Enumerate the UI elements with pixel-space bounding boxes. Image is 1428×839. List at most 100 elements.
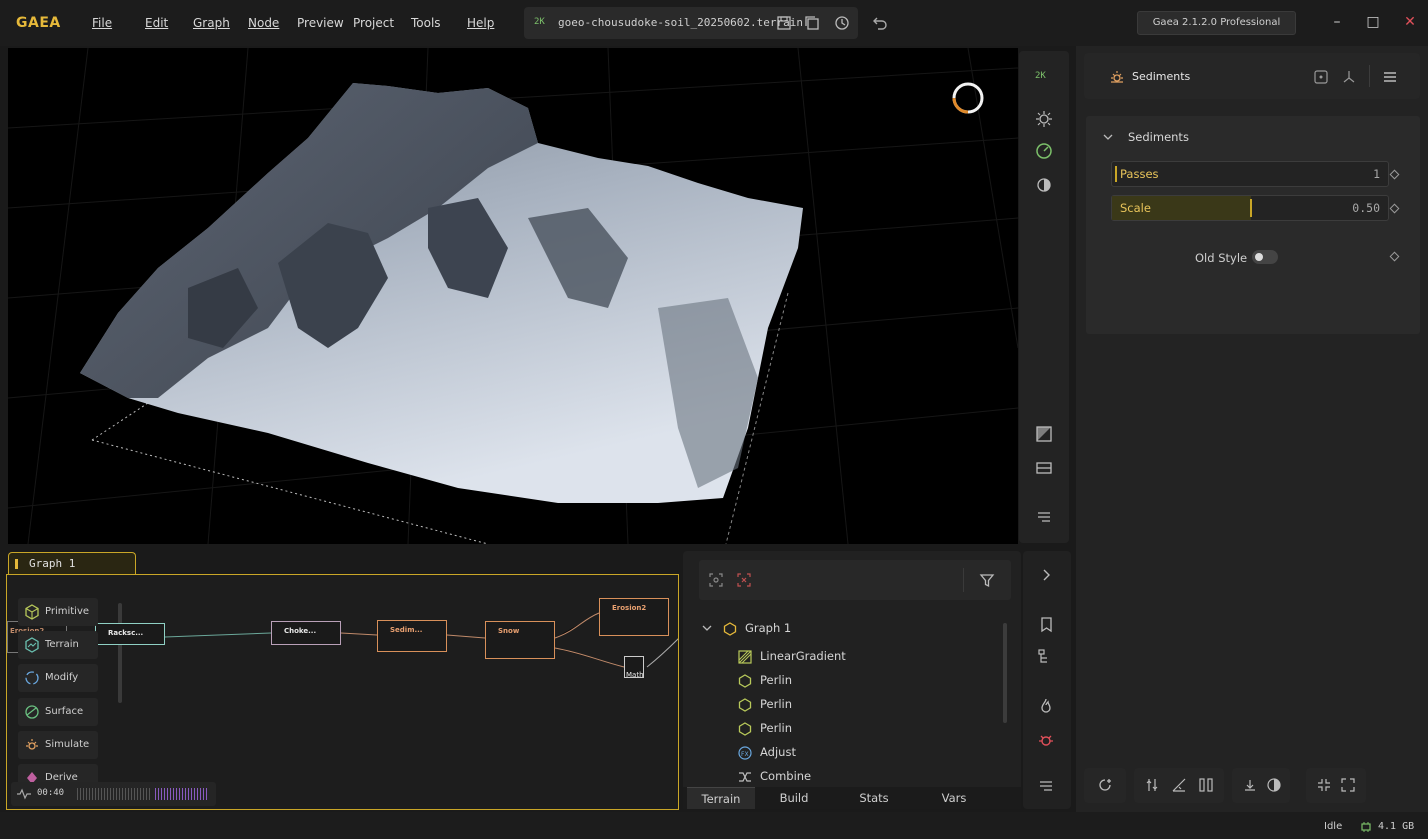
node-rocksc[interactable]: Racksc... [95, 623, 165, 645]
node-choke[interactable]: Choke... [271, 621, 341, 645]
viewport-menu-icon[interactable] [1034, 507, 1054, 527]
resolution-chip[interactable]: 2K [534, 17, 545, 27]
bookmark-icon[interactable] [1037, 616, 1055, 634]
combine-icon [739, 772, 751, 782]
status-text: Idle [1324, 821, 1343, 832]
cube-icon [25, 604, 39, 620]
file-name: goeo-chousudoke-soil_20250602.terrain [558, 16, 804, 29]
menu-icon[interactable] [1382, 69, 1398, 85]
hexagon-icon [738, 674, 752, 688]
chevron-right-icon[interactable] [1037, 566, 1055, 584]
node-graph-canvas[interactable]: Erosion2 Racksc... Choke... Sedim... Sno… [6, 574, 679, 810]
tab-build[interactable]: Build [759, 787, 829, 809]
properties-panel: Sediments Sediments Passes 1 Scale 0.50 … [1076, 46, 1428, 812]
tree-toolbar [699, 560, 1011, 600]
focus-icon[interactable] [709, 573, 723, 587]
drop-icon[interactable] [1242, 777, 1258, 793]
terrain-render [8, 48, 1018, 544]
bottom-tools-group-1 [1084, 768, 1126, 803]
menu-file[interactable]: File [92, 16, 112, 30]
preview-icon[interactable] [1313, 69, 1329, 85]
hierarchy-icon[interactable] [1037, 648, 1055, 666]
filter-icon[interactable] [979, 572, 995, 588]
old-style-toggle[interactable] [1252, 250, 1278, 264]
passes-link-icon[interactable] [1389, 169, 1400, 180]
palette-surface[interactable]: Surface [18, 698, 98, 726]
node-sedim[interactable]: Sedim... [377, 620, 447, 652]
palette-modify[interactable]: Modify [18, 664, 98, 692]
status-bar: Idle 4.1 GB [0, 812, 1428, 839]
scale-slider[interactable]: Scale 0.50 [1111, 195, 1389, 221]
passes-value: 1 [1373, 167, 1380, 181]
old-style-link-icon[interactable] [1389, 251, 1400, 262]
node-erosion2[interactable]: Erosion2 [599, 598, 669, 636]
list-menu-icon[interactable] [1037, 777, 1055, 795]
maximize-icon[interactable]: □ [1363, 12, 1383, 32]
menu-project[interactable]: Project [353, 16, 394, 30]
passes-field[interactable]: Passes 1 [1111, 161, 1389, 187]
split-view-icon[interactable] [1034, 424, 1054, 444]
menu-node[interactable]: Node [248, 16, 279, 30]
terrain-icon [25, 637, 39, 653]
loading-spinner-icon [952, 82, 984, 114]
align-icon[interactable] [1144, 777, 1160, 793]
version-badge[interactable]: Gaea 2.1.2.0 Professional [1137, 11, 1296, 35]
palette-primitive[interactable]: Primitive [18, 598, 98, 626]
tab-vars[interactable]: Vars [919, 787, 989, 809]
add-node-icon[interactable] [1097, 777, 1113, 793]
fullscreen-icon[interactable] [1340, 777, 1356, 793]
palette-simulate[interactable]: Simulate [18, 731, 98, 759]
bottom-tools-group-3 [1232, 768, 1290, 803]
3d-viewport[interactable] [8, 48, 1018, 544]
menu-help[interactable]: Help [467, 16, 494, 30]
timing-bar: 00:40 [11, 782, 216, 806]
save-copy-icon[interactable] [804, 15, 820, 31]
app-logo: GAEA [16, 15, 61, 31]
node-connections [66, 612, 678, 668]
graph-scrollbar[interactable] [118, 603, 122, 703]
pulse-icon [17, 788, 31, 800]
chevron-down-icon[interactable] [1102, 131, 1114, 143]
tab-graph-1[interactable]: Graph 1 [8, 552, 136, 575]
bottom-tools-group-4 [1306, 768, 1366, 803]
menu-graph[interactable]: Graph [193, 16, 230, 30]
node-title[interactable]: Sediments [1132, 70, 1190, 83]
flame-icon[interactable] [1037, 697, 1055, 715]
tab-stats[interactable]: Stats [839, 787, 909, 809]
slope-icon[interactable] [1171, 777, 1187, 793]
old-style-label: Old Style [1195, 251, 1248, 265]
viewport-resolution-chip[interactable]: 2K [1035, 71, 1046, 81]
section-title: Sediments [1128, 130, 1189, 144]
contrast-icon[interactable] [1266, 777, 1282, 793]
node-snow[interactable]: Snow [485, 621, 555, 659]
sediments-icon [1111, 71, 1123, 83]
file-info-box: 2K goeo-chousudoke-soil_20250602.terrain [524, 7, 858, 39]
svg-text:FX: FX [741, 751, 749, 758]
sun-icon[interactable] [1034, 109, 1054, 129]
menu-edit[interactable]: Edit [145, 16, 168, 30]
tree-scrollbar[interactable] [1003, 623, 1007, 723]
columns-icon[interactable] [1198, 777, 1214, 793]
shrink-icon[interactable] [1316, 777, 1332, 793]
shading-icon[interactable] [1034, 175, 1054, 195]
render-mode-icon[interactable] [1034, 141, 1054, 161]
graph-side-toolbar [1023, 551, 1071, 809]
menu-preview[interactable]: Preview [297, 16, 344, 30]
layout-icon[interactable] [1034, 458, 1054, 478]
axis-icon[interactable] [1341, 69, 1357, 85]
save-icon[interactable] [776, 15, 792, 31]
simulate-icon [26, 739, 38, 750]
scale-link-icon[interactable] [1389, 203, 1400, 214]
tab-terrain[interactable]: Terrain [687, 787, 755, 809]
chevron-down-icon[interactable] [701, 622, 713, 634]
fx-icon: FX [738, 746, 752, 760]
palette-terrain[interactable]: Terrain [18, 631, 98, 659]
close-icon[interactable]: ✕ [1400, 12, 1420, 32]
minimize-icon[interactable]: – [1327, 12, 1347, 32]
menu-tools[interactable]: Tools [411, 16, 441, 30]
history-icon[interactable] [834, 15, 850, 31]
undo-icon[interactable] [870, 14, 888, 32]
isolate-icon[interactable] [737, 573, 751, 587]
bug-icon[interactable] [1037, 731, 1055, 749]
node-math[interactable]: Math [624, 656, 644, 679]
